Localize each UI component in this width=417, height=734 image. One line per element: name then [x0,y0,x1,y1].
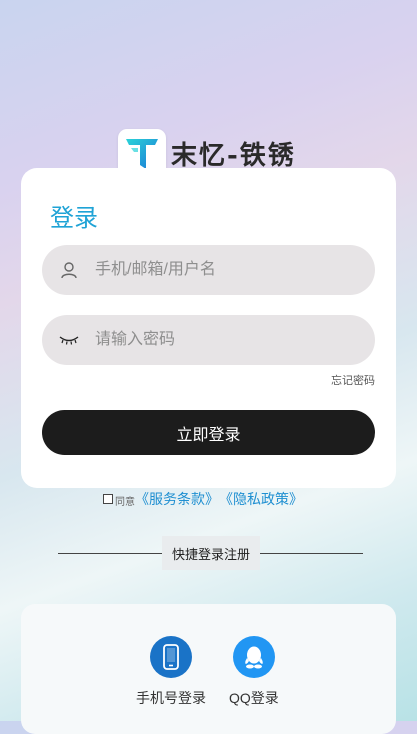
phone-icon[interactable] [150,636,192,678]
phone-login-option[interactable]: 手机号登录 [136,636,206,708]
quick-login-label: 快捷登录注册 [162,536,260,570]
agreement-row: 同意 《服务条款》 《隐私政策》 [103,489,303,509]
divider-right [260,553,363,554]
brand-name: 末忆-铁锈 [171,140,296,171]
privacy-link[interactable]: 《隐私政策》 [219,489,303,509]
password-field[interactable] [42,315,375,365]
password-input[interactable] [93,330,347,350]
agreement-checkbox[interactable] [103,494,113,504]
qq-login-option[interactable]: QQ登录 [229,636,279,708]
quick-login-panel: 手机号登录 QQ登录 [21,604,396,734]
qq-icon[interactable] [232,636,275,678]
user-icon [59,260,79,280]
login-button[interactable]: 立即登录 [42,410,375,455]
phone-login-label: 手机号登录 [136,690,206,706]
agree-label: 同意 [115,497,135,508]
username-input[interactable] [93,260,347,280]
eye-closed-icon[interactable] [59,330,79,350]
qq-login-label: QQ登录 [229,690,279,706]
divider-left [58,553,162,554]
forgot-password-link[interactable]: 忘记密码 [331,372,375,388]
login-title: 登录 [50,205,98,232]
terms-link[interactable]: 《服务条款》 [135,489,219,509]
username-field[interactable] [42,245,375,295]
login-card: 登录 忘记密码 立即登录 [21,168,396,488]
